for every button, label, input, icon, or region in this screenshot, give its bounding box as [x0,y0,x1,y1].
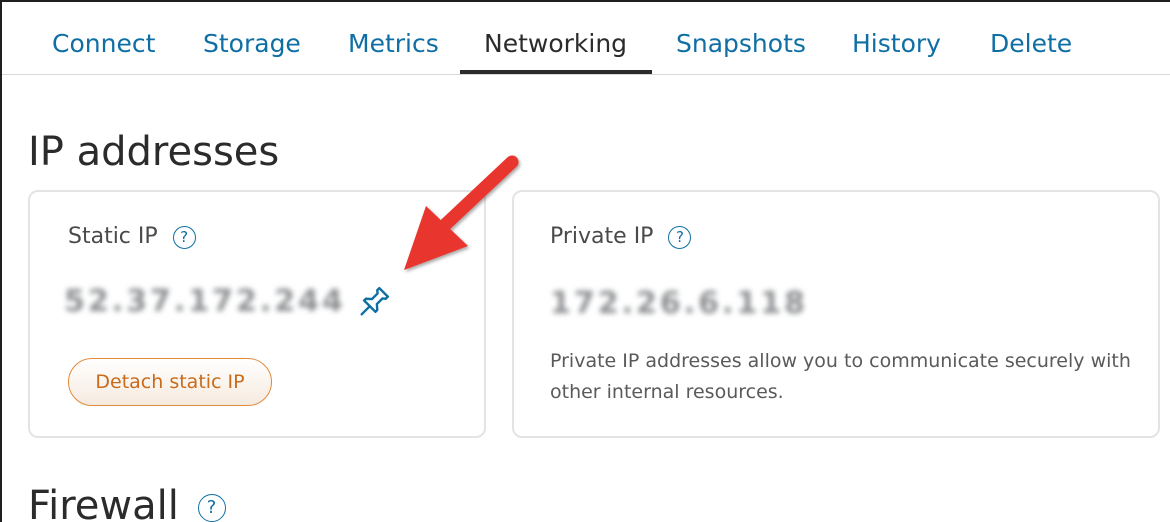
private-ip-description: Private IP addresses allow you to commun… [550,350,1131,403]
question-circle-icon[interactable]: ? [197,494,226,522]
static-ip-label: Static IP [68,224,158,249]
tab-snapshots[interactable]: Snapshots [676,24,806,64]
tab-storage[interactable]: Storage [203,24,301,64]
red-arrow-annotation [404,155,519,270]
tab-metrics[interactable]: Metrics [348,24,439,64]
private-ip-label-row: Private IP ? [550,222,692,252]
private-ip-value: 172.26.6.118 [550,286,809,321]
networking-panel: Connect Storage Metrics Networking Snaps… [0,0,1170,522]
private-ip-card: Private IP ? 172.26.6.118 Private IP add… [512,190,1160,438]
tab-history[interactable]: History [852,24,941,64]
pin-icon[interactable] [354,284,392,322]
tab-networking[interactable]: Networking [484,24,627,64]
question-circle-icon[interactable]: ? [172,225,196,249]
tab-connect[interactable]: Connect [52,24,155,64]
firewall-heading: Firewall [28,483,179,522]
tab-delete[interactable]: Delete [990,24,1072,64]
question-circle-icon[interactable]: ? [668,225,692,249]
tab-bar: Connect Storage Metrics Networking Snaps… [2,2,1170,75]
static-ip-label-row: Static IP ? [68,222,196,252]
private-ip-label: Private IP [550,224,654,249]
active-tab-indicator [460,70,652,74]
static-ip-value: 52.37.172.244 [64,284,346,319]
firewall-heading-row: Firewall ? [28,480,226,522]
detach-static-ip-button[interactable]: Detach static IP [68,358,272,406]
ip-addresses-heading: IP addresses [28,129,280,175]
